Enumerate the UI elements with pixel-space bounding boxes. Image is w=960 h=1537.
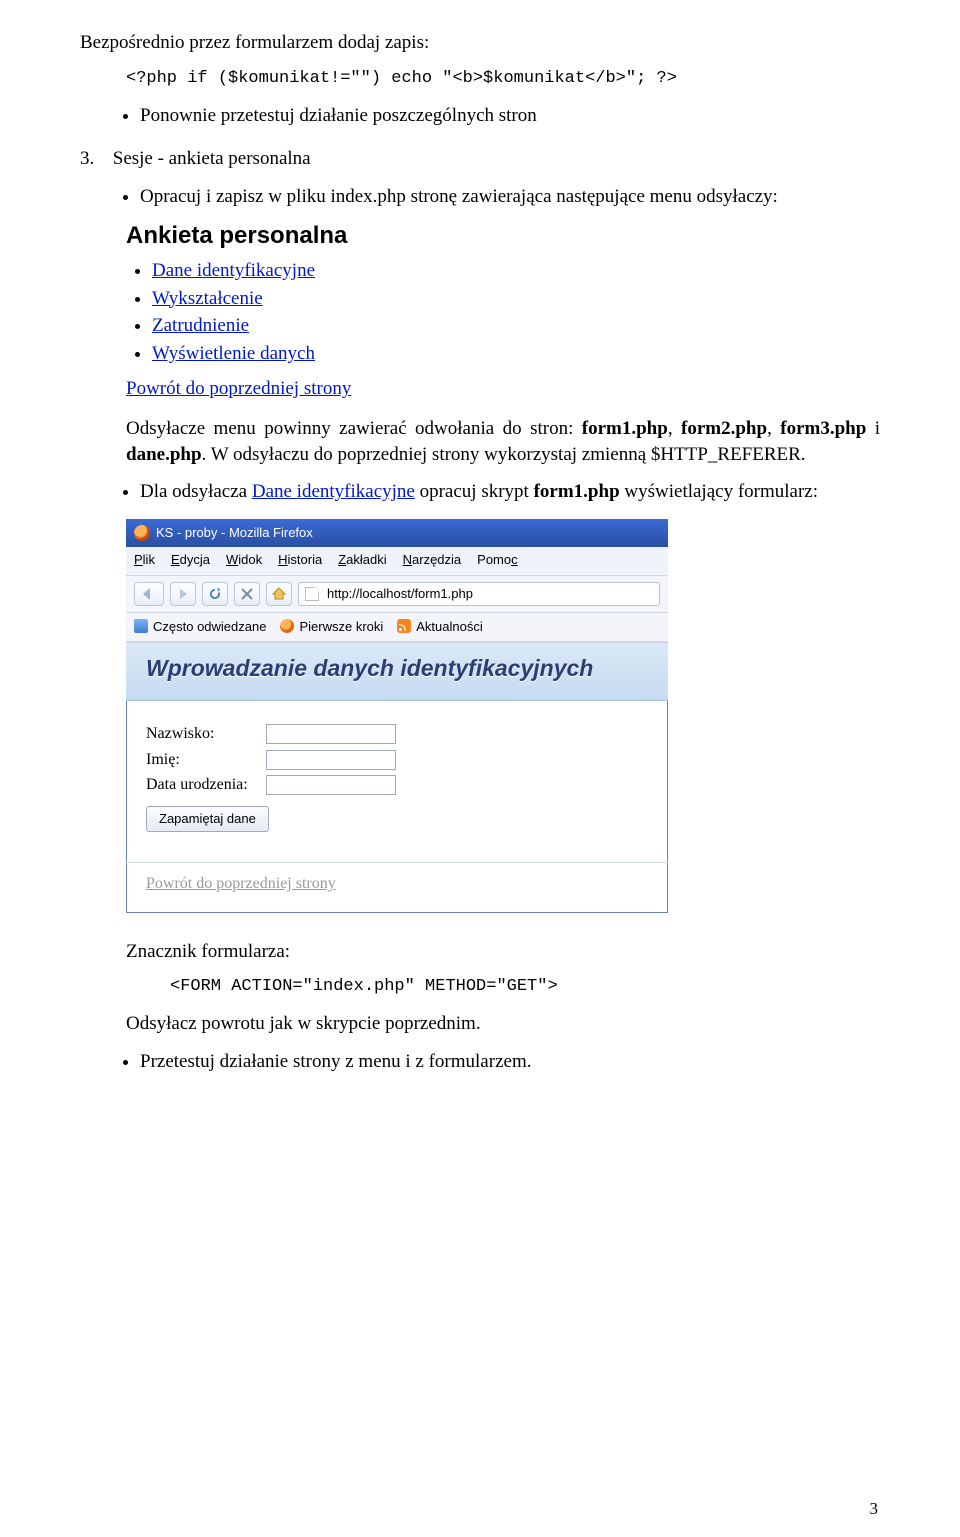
form: Nazwisko: Imię: Data urodzenia: Zapamięt…: [126, 701, 668, 840]
window-title: KS - proby - Mozilla Firefox: [156, 524, 313, 542]
url-bar[interactable]: [298, 582, 660, 606]
url-input[interactable]: [325, 585, 653, 602]
menu-edycja[interactable]: Edycja: [171, 551, 210, 569]
menu-zakladki[interactable]: Zakładki: [338, 551, 386, 569]
section-number: 3.: [80, 146, 108, 172]
bullet-dla-odsylacza: Dla odsyłacza Dane identyfikacyjne oprac…: [140, 479, 880, 505]
code-block-1: <?php if ($komunikat!="") echo "<b>$komu…: [126, 68, 880, 91]
menu-plik[interactable]: Plik: [134, 551, 155, 569]
submit-button[interactable]: Zapamiętaj dane: [146, 806, 269, 832]
menu-heading: Ankieta personalna: [126, 220, 880, 252]
menu-link-wyswietlenie[interactable]: Wyświetlenie danych: [152, 343, 315, 364]
menu-link-zatrudnienie[interactable]: Zatrudnienie: [152, 315, 249, 336]
firefox-icon: [280, 619, 294, 633]
bullet-opracuj: Opracuj i zapisz w pliku index.php stron…: [140, 184, 880, 210]
bookmark-icon: [134, 619, 148, 633]
toolbar: [126, 576, 668, 613]
label-nazwisko: Nazwisko:: [146, 723, 266, 745]
paragraph-odnosniki: Odsyłacze menu powinny zawierać odwołani…: [126, 416, 880, 467]
menubar: Plik Edycja Widok Historia Zakładki Narz…: [126, 547, 668, 576]
menu-widok[interactable]: Widok: [226, 551, 262, 569]
reload-button[interactable]: [202, 582, 228, 606]
input-nazwisko[interactable]: [266, 724, 396, 744]
bookmark-aktualnosci[interactable]: Aktualności: [397, 618, 482, 636]
bookmark-czesto[interactable]: Często odwiedzane: [134, 618, 266, 636]
label-data: Data urodzenia:: [146, 774, 266, 796]
page-icon: [305, 587, 319, 601]
page-number: 3: [870, 1498, 879, 1521]
label-imie: Imię:: [146, 749, 266, 771]
rss-icon: [397, 619, 411, 633]
stop-button[interactable]: [234, 582, 260, 606]
section-3-heading: 3. Sesje - ankieta personalna: [80, 146, 880, 172]
menu-pomoc[interactable]: Pomoc: [477, 551, 517, 569]
forward-button[interactable]: [170, 582, 196, 606]
bookmarks-bar: Często odwiedzane Pierwsze kroki Aktualn…: [126, 613, 668, 644]
home-button[interactable]: [266, 582, 292, 606]
paragraph-odsylacz: Odsyłacz powrotu jak w skrypcie poprzedn…: [126, 1011, 880, 1037]
section-title: Sesje - ankieta personalna: [113, 148, 311, 169]
bullet-przetestuj: Przetestuj działanie strony z menu i z f…: [140, 1049, 880, 1075]
menu-link-wyksztalcenie[interactable]: Wykształcenie: [152, 288, 263, 309]
menu-narzedzia[interactable]: Narzędzia: [403, 551, 462, 569]
banner-title: Wprowadzanie danych identyfikacyjnych: [146, 653, 654, 684]
bookmark-pierwsze[interactable]: Pierwsze kroki: [280, 618, 383, 636]
bullet-retest: Ponownie przetestuj działanie poszczegól…: [140, 103, 880, 129]
page-banner: Wprowadzanie danych identyfikacyjnych: [126, 643, 668, 701]
back-link-disabled: Powrót do poprzedniej strony: [126, 863, 668, 913]
firefox-window: KS - proby - Mozilla Firefox Plik Edycja…: [126, 519, 668, 913]
paragraph-intro: Bezpośrednio przez formularzem dodaj zap…: [80, 30, 880, 56]
code-block-2: <FORM ACTION="index.php" METHOD="GET">: [170, 976, 880, 999]
paragraph-znacznik: Znacznik formularza:: [126, 939, 880, 965]
menu-link-dane-ident[interactable]: Dane identyfikacyjne: [152, 260, 315, 281]
input-data[interactable]: [266, 775, 396, 795]
menu-historia[interactable]: Historia: [278, 551, 322, 569]
back-button[interactable]: [134, 582, 164, 606]
window-titlebar: KS - proby - Mozilla Firefox: [126, 519, 668, 547]
link-dane-identyfikacyjne[interactable]: Dane identyfikacyjne: [252, 481, 415, 502]
input-imie[interactable]: [266, 750, 396, 770]
page-content: Wprowadzanie danych identyfikacyjnych Na…: [126, 643, 668, 912]
firefox-icon: [134, 525, 150, 541]
back-link[interactable]: Powrót do poprzedniej strony: [126, 378, 351, 399]
